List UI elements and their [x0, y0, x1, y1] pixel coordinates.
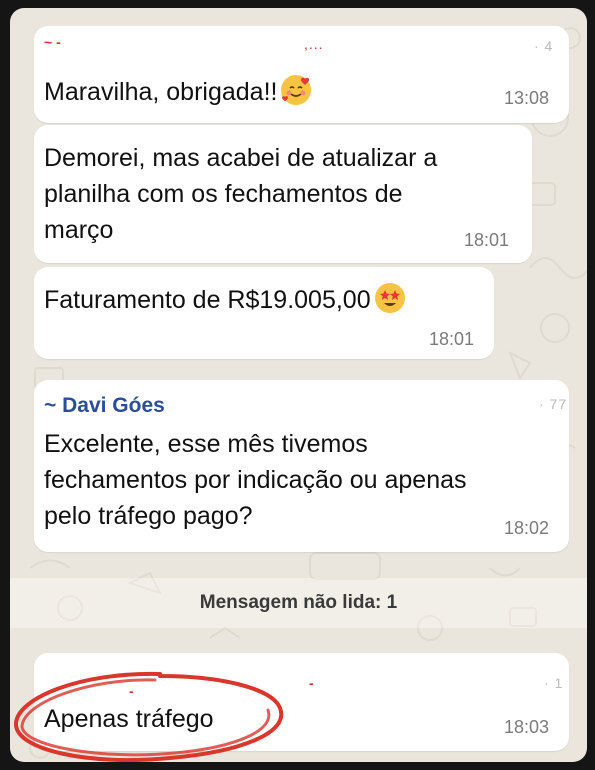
redacted-phone-mark: · 77: [539, 396, 568, 412]
message-bubble-3[interactable]: Faturamento de R$19.005,00 18:01: [34, 267, 494, 359]
message-time: 18:02: [504, 518, 550, 538]
message-text: Maravilha, obrigada!!: [44, 74, 312, 110]
message-time: 18:03: [504, 717, 550, 737]
message-time: 18:01: [464, 230, 510, 250]
chat-screen: ~ - ,... · 4 Maravilha, obrigada!! 13:08: [10, 8, 587, 762]
unread-messages-label: Mensagem não lida: 1: [199, 592, 398, 613]
sender-name[interactable]: ~ Davi Góes: [44, 394, 165, 418]
redacted-sender-mark: ~ -: [44, 34, 61, 50]
message-time: 18:01: [429, 329, 475, 349]
message-text: Excelente, esse mês tivemos fechamentos …: [44, 430, 467, 530]
message-time: 13:08: [504, 88, 550, 108]
message-bubble-1[interactable]: ~ - ,... · 4 Maravilha, obrigada!! 13:08: [34, 26, 569, 123]
redacted-phone-mark: · 1: [544, 675, 564, 691]
smiling-face-with-hearts-icon: [281, 75, 312, 105]
message-text: Faturamento de R$19.005,00: [44, 282, 405, 318]
redacted-mark: -: [309, 675, 314, 691]
redacted-mark: ,...: [304, 36, 324, 52]
redacted-phone-mark: · 4: [534, 38, 554, 54]
message-bubble-4[interactable]: ~ Davi Góes · 77 Excelente, esse mês tiv…: [34, 380, 569, 552]
star-struck-icon: [374, 283, 405, 313]
redacted-sender-mark: -: [129, 683, 134, 699]
message-bubble-2[interactable]: Demorei, mas acabei de atualizar a plani…: [34, 125, 532, 263]
message-text: Demorei, mas acabei de atualizar a plani…: [44, 144, 438, 244]
message-bubble-5[interactable]: - - · 1 Apenas tráfego 18:03: [34, 653, 569, 751]
message-text: Apenas tráfego: [44, 705, 214, 733]
